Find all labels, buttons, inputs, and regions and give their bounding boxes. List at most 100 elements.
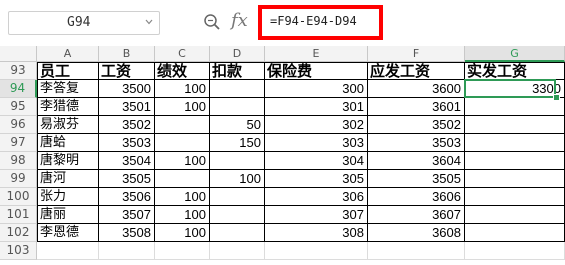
chevron-down-icon[interactable] (144, 17, 154, 27)
cell-b98[interactable]: 3504 (99, 152, 155, 170)
cell-b103[interactable] (99, 242, 155, 260)
cell-b93[interactable]: 工资 (99, 62, 155, 80)
cell-b94[interactable]: 3500 (99, 80, 155, 98)
cell-e94[interactable]: 300 (265, 80, 368, 98)
cell-c93[interactable]: 绩效 (155, 62, 210, 80)
cell-c95[interactable]: 100 (155, 98, 210, 116)
cell-a96[interactable]: 易淑芬 (37, 116, 99, 134)
cell-e102[interactable]: 308 (265, 224, 368, 242)
cell-c99[interactable] (155, 170, 210, 188)
cell-e98[interactable]: 304 (265, 152, 368, 170)
cell-b97[interactable]: 3503 (99, 134, 155, 152)
cell-f99[interactable]: 3505 (368, 170, 465, 188)
cell-e96[interactable]: 302 (265, 116, 368, 134)
cell-a103[interactable] (37, 242, 99, 260)
cell-a102[interactable]: 李恩德 (37, 224, 99, 242)
row-header-103[interactable]: 103 (0, 242, 37, 260)
row-header-97[interactable]: 97 (0, 134, 37, 152)
cell-c98[interactable]: 100 (155, 152, 210, 170)
cell-a99[interactable]: 唐河 (37, 170, 99, 188)
cell-c96[interactable] (155, 116, 210, 134)
row-header-98[interactable]: 98 (0, 152, 37, 170)
row-header-99[interactable]: 99 (0, 170, 37, 188)
cell-a101[interactable]: 唐丽 (37, 206, 99, 224)
cell-e93[interactable]: 保险费 (265, 62, 368, 80)
cell-g94[interactable]: 3300 (465, 80, 565, 98)
cell-b102[interactable]: 3508 (99, 224, 155, 242)
row-header-93[interactable]: 93 (0, 62, 37, 80)
cell-f93[interactable]: 应发工资 (368, 62, 465, 80)
cell-f94[interactable]: 3600 (368, 80, 465, 98)
cell-f100[interactable]: 3606 (368, 188, 465, 206)
cell-d98[interactable] (210, 152, 265, 170)
cell-b101[interactable]: 3507 (99, 206, 155, 224)
cell-e101[interactable]: 307 (265, 206, 368, 224)
row-header-101[interactable]: 101 (0, 206, 37, 224)
cell-a95[interactable]: 李猎德 (37, 98, 99, 116)
cell-f103[interactable] (368, 242, 465, 260)
cell-d95[interactable] (210, 98, 265, 116)
column-header-g[interactable]: G (465, 46, 565, 62)
cell-d93[interactable]: 扣款 (210, 62, 265, 80)
cell-d102[interactable] (210, 224, 265, 242)
cell-e97[interactable]: 303 (265, 134, 368, 152)
cell-d101[interactable] (210, 206, 265, 224)
cell-d103[interactable] (210, 242, 265, 260)
name-box[interactable]: G94 (8, 11, 160, 35)
column-header-b[interactable]: B (99, 46, 155, 62)
cell-f95[interactable]: 3601 (368, 98, 465, 116)
cell-e100[interactable]: 306 (265, 188, 368, 206)
cell-f97[interactable]: 3503 (368, 134, 465, 152)
formula-input[interactable]: =F94-E94-D94 (258, 5, 383, 40)
row-header-94[interactable]: 94 (0, 80, 37, 98)
cell-e103[interactable] (265, 242, 368, 260)
cell-d96[interactable]: 50 (210, 116, 265, 134)
cell-b100[interactable]: 3506 (99, 188, 155, 206)
row-header-102[interactable]: 102 (0, 224, 37, 242)
column-header-c[interactable]: C (155, 46, 210, 62)
cell-d97[interactable]: 150 (210, 134, 265, 152)
cell-a93[interactable]: 员工 (37, 62, 99, 80)
cell-b99[interactable]: 3505 (99, 170, 155, 188)
cell-a94[interactable]: 李答复 (37, 80, 99, 98)
cell-g101[interactable] (465, 206, 565, 224)
fill-handle[interactable] (553, 94, 560, 101)
cell-b95[interactable]: 3501 (99, 98, 155, 116)
cell-g96[interactable] (465, 116, 565, 134)
row-header-95[interactable]: 95 (0, 98, 37, 116)
cell-a98[interactable]: 唐黎明 (37, 152, 99, 170)
cell-c100[interactable]: 100 (155, 188, 210, 206)
cell-g95[interactable] (465, 98, 565, 116)
cell-c94[interactable]: 100 (155, 80, 210, 98)
cell-c103[interactable] (155, 242, 210, 260)
cell-g97[interactable] (465, 134, 565, 152)
cell-d99[interactable]: 100 (210, 170, 265, 188)
cell-c101[interactable]: 100 (155, 206, 210, 224)
cell-f96[interactable]: 3502 (368, 116, 465, 134)
cell-f101[interactable]: 3607 (368, 206, 465, 224)
cell-c102[interactable]: 100 (155, 224, 210, 242)
cell-a100[interactable]: 张力 (37, 188, 99, 206)
row-header-100[interactable]: 100 (0, 188, 37, 206)
select-all-corner[interactable] (0, 46, 37, 62)
zoom-icon[interactable] (203, 13, 221, 31)
row-header-96[interactable]: 96 (0, 116, 37, 134)
cell-g93[interactable]: 实发工资 (465, 62, 565, 80)
cell-b96[interactable]: 3502 (99, 116, 155, 134)
cell-g102[interactable] (465, 224, 565, 242)
cell-f102[interactable]: 3608 (368, 224, 465, 242)
column-header-d[interactable]: D (210, 46, 265, 62)
cell-d100[interactable] (210, 188, 265, 206)
cell-g98[interactable] (465, 152, 565, 170)
cell-e95[interactable]: 301 (265, 98, 368, 116)
cell-a97[interactable]: 唐蛤 (37, 134, 99, 152)
cell-g99[interactable] (465, 170, 565, 188)
cell-f98[interactable]: 3604 (368, 152, 465, 170)
cell-g100[interactable] (465, 188, 565, 206)
cell-g103[interactable] (465, 242, 565, 260)
fx-icon[interactable]: fx (231, 10, 248, 31)
column-header-f[interactable]: F (368, 46, 465, 62)
column-header-a[interactable]: A (37, 46, 99, 62)
cell-c97[interactable] (155, 134, 210, 152)
cell-d94[interactable] (210, 80, 265, 98)
